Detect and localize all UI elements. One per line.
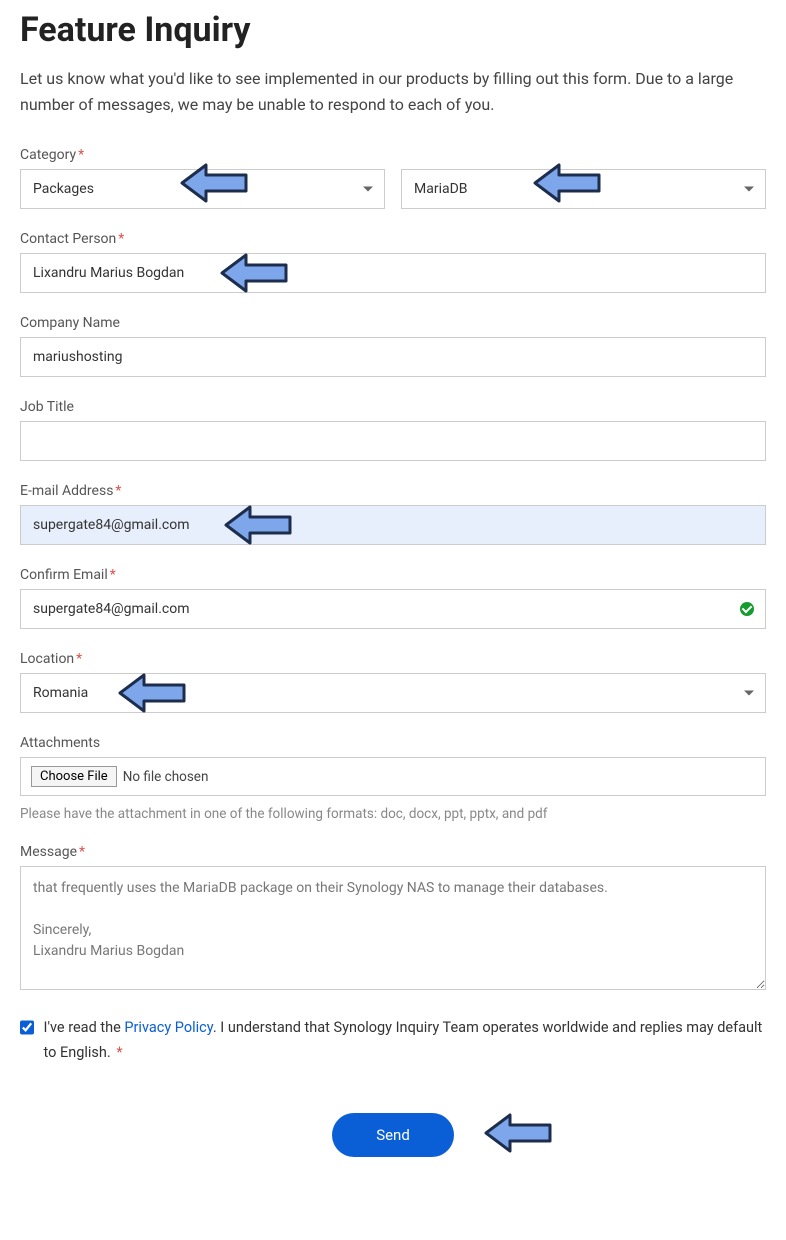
subcategory-select[interactable]: MariaDB	[401, 169, 766, 209]
attachments-label: Attachments	[20, 735, 766, 751]
intro-text: Let us know what you'd like to see imple…	[20, 66, 766, 117]
file-status-text: No file chosen	[123, 769, 209, 785]
contact-label: Contact Person*	[20, 231, 766, 247]
email-input[interactable]	[20, 505, 766, 545]
privacy-policy-link[interactable]: Privacy Policy	[124, 1019, 213, 1036]
contact-input[interactable]	[20, 253, 766, 293]
category-label: Category*	[20, 147, 766, 163]
check-circle-icon	[740, 602, 754, 616]
company-input[interactable]	[20, 337, 766, 377]
attachments-helper: Please have the attachment in one of the…	[20, 806, 766, 822]
location-select[interactable]: Romania	[20, 673, 766, 713]
email-label: E-mail Address*	[20, 483, 766, 499]
location-label: Location*	[20, 651, 766, 667]
category-select[interactable]: Packages	[20, 169, 385, 209]
consent-checkbox[interactable]	[20, 1020, 34, 1035]
page-title: Feature Inquiry	[20, 10, 766, 50]
file-input-row[interactable]: Choose File No file chosen	[20, 757, 766, 796]
confirm-email-label: Confirm Email*	[20, 567, 766, 583]
message-textarea[interactable]	[20, 866, 766, 990]
message-label: Message*	[20, 844, 766, 860]
send-button[interactable]: Send	[332, 1113, 454, 1157]
company-label: Company Name	[20, 315, 766, 331]
jobtitle-label: Job Title	[20, 399, 766, 415]
jobtitle-input[interactable]	[20, 421, 766, 461]
confirm-email-input[interactable]	[20, 589, 766, 629]
choose-file-button[interactable]: Choose File	[31, 766, 117, 787]
consent-text: I've read the Privacy Policy. I understa…	[44, 1016, 766, 1065]
annotation-arrow-icon	[480, 1105, 558, 1161]
